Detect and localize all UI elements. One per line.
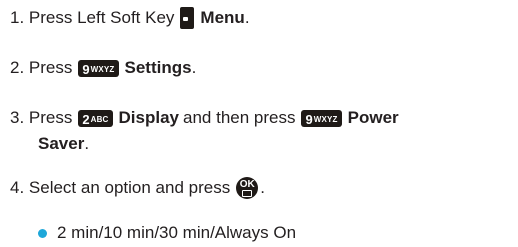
step-1-period: . [244, 8, 250, 27]
step-3-text: 3. Press [10, 108, 73, 127]
instruction-page: 1. Press Left Soft Key Menu . 2. Press 9… [0, 0, 518, 247]
step-4: 4. Select an option and press OK . [10, 177, 265, 199]
key-9-wxyz-icon: 9WXYZ [78, 59, 119, 77]
step-3-display-label: Display [118, 108, 180, 127]
step-1-text: 1. Press Left Soft Key [10, 8, 175, 27]
key-2-num: 2 [82, 111, 90, 127]
step-2-period: . [191, 58, 197, 77]
step-3-mid-text: and then press [183, 108, 296, 127]
key-2-letters: ABC [90, 114, 109, 124]
step-2-settings-label: Settings [124, 58, 192, 77]
key-2-abc-icon: 2ABC [78, 109, 113, 127]
step-2-text: 2. Press [10, 58, 73, 77]
option-values: 2 min/10 min/30 min/Always On [57, 223, 297, 242]
step-1: 1. Press Left Soft Key Menu . [10, 7, 250, 29]
step-3-saver-label: Saver [38, 134, 85, 153]
step-4-period: . [260, 178, 265, 197]
camera-icon [242, 189, 253, 197]
key-9-letters: WXYZ [90, 64, 115, 74]
step-3-continued: Saver . [38, 133, 89, 155]
key-9-num: 9 [305, 111, 313, 127]
step-1-menu-label: Menu [200, 8, 245, 27]
key-9-num: 9 [82, 61, 90, 77]
ok-camera-key-icon: OK [236, 177, 259, 199]
step-3-period: . [84, 134, 90, 153]
ok-key-label: OK [239, 178, 255, 190]
key-9-letters: WXYZ [313, 114, 338, 124]
option-bullet-item: 2 min/10 min/30 min/Always On [38, 222, 296, 244]
step-4-text: 4. Select an option and press [10, 178, 231, 197]
bullet-icon [38, 228, 47, 238]
key-9-wxyz-icon: 9WXYZ [301, 109, 342, 127]
step-3: 3. Press 2ABC Display and then press 9WX… [10, 107, 399, 129]
left-soft-key-icon [180, 7, 195, 29]
step-2: 2. Press 9WXYZ Settings . [10, 57, 196, 79]
step-3-power-label: Power [347, 108, 399, 127]
